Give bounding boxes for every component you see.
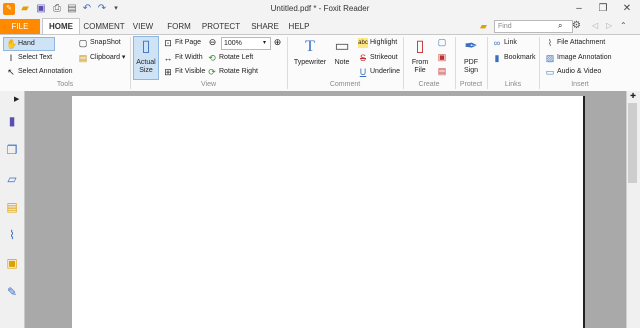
rotate-left-button[interactable]: ⟲ Rotate Left [205, 52, 253, 64]
note-button[interactable]: ▭ Note [331, 37, 353, 77]
actual-size-icon: ▯ [141, 38, 151, 55]
back-icon[interactable]: ◁ [592, 19, 602, 32]
restore-icon[interactable]: ❐ [594, 2, 612, 16]
create-clipboard-icon[interactable]: ▤ [436, 66, 448, 77]
collapse-ribbon-icon[interactable]: ⌃ [620, 19, 632, 32]
snapshot-button[interactable]: ▢ SnapShot [76, 37, 121, 49]
rotate-left-icon: ⟲ [208, 53, 216, 63]
pdf-page[interactable] [72, 96, 585, 328]
forward-icon[interactable]: ▷ [606, 19, 616, 32]
scroll-up-icon[interactable]: ✚ [628, 92, 638, 101]
expand-panel-icon[interactable]: ▶ [14, 95, 22, 105]
pointer-icon: ↖ [7, 67, 15, 77]
group-label-comment: Comment [329, 81, 361, 88]
group-label-protect: Protect [459, 81, 483, 88]
search-icon[interactable]: ⌕ [558, 20, 568, 31]
hand-tool-button[interactable]: ✋ Hand [3, 37, 55, 51]
group-label-tools: Tools [56, 81, 74, 88]
attachment-icon: ⌇ [547, 38, 553, 48]
window-title: Untitled.pdf * - Foxit Reader [270, 4, 370, 13]
fit-width-icon: ↔ [163, 53, 173, 63]
group-label-links: Links [504, 81, 522, 88]
bookmark-icon: ▮ [494, 53, 500, 63]
create-scan-icon[interactable]: ▣ [436, 52, 448, 63]
signatures-icon[interactable]: ✎ [5, 285, 19, 299]
actual-size-button[interactable]: ▯ Actual Size [133, 36, 159, 80]
security-icon[interactable]: ▣ [5, 256, 19, 270]
typewriter-icon: T [305, 38, 315, 55]
tab-comment[interactable]: COMMENT [82, 19, 126, 34]
camera-icon: ▢ [78, 38, 88, 48]
tab-help[interactable]: HELP [286, 19, 312, 34]
layers-icon[interactable]: ▱ [5, 172, 19, 186]
create-blank-icon[interactable]: ▢ [436, 37, 448, 48]
rotate-right-button[interactable]: ⟳ Rotate Right [205, 66, 258, 78]
from-file-button[interactable]: ▯ From File [407, 37, 433, 77]
text-cursor-icon: I [9, 53, 13, 63]
comments-icon[interactable]: ▤ [5, 200, 19, 214]
minimize-icon[interactable]: – [570, 2, 588, 16]
clipboard-button[interactable]: ▤ Clipboard ▾ [76, 52, 126, 64]
scrollbar-thumb[interactable] [628, 103, 637, 183]
group-label-insert: Insert [571, 81, 589, 88]
fit-visible-button[interactable]: ⊞ Fit Visible [161, 66, 205, 78]
rotate-right-icon: ⟳ [208, 67, 216, 77]
highlight-icon: abc [358, 38, 368, 48]
tab-protect[interactable]: PROTECT [199, 19, 243, 34]
typewriter-button[interactable]: T Typewriter [292, 37, 328, 77]
settings-icon[interactable]: ⚙ [572, 19, 588, 32]
tab-file[interactable]: FILE [0, 19, 40, 34]
file-attachment-button[interactable]: ⌇ File Attachment [543, 37, 605, 49]
tab-form[interactable]: FORM [164, 19, 194, 34]
attachments-icon[interactable]: ⌇ [5, 228, 19, 242]
note-icon: ▭ [334, 38, 350, 55]
link-button[interactable]: ∞ Link [490, 37, 517, 49]
fit-visible-icon: ⊞ [164, 67, 172, 77]
media-icon: ▭ [545, 67, 555, 77]
group-label-view: View [200, 81, 217, 88]
tab-home[interactable]: HOME [42, 18, 80, 34]
file-icon: ▯ [415, 38, 425, 55]
zoom-in-icon[interactable]: ⊕ [272, 37, 283, 48]
strikeout-button[interactable]: S Strikeout [356, 52, 398, 64]
group-label-create: Create [418, 81, 440, 88]
clipboard-icon: ▤ [78, 53, 88, 63]
folder-search-icon[interactable]: ▰ [480, 21, 492, 32]
underline-button[interactable]: U Underline [356, 66, 400, 78]
pages-icon[interactable]: ▮ [5, 114, 19, 128]
zoom-out-icon[interactable]: ⊖ [207, 37, 218, 48]
tab-view[interactable]: VIEW [130, 19, 156, 34]
close-icon[interactable]: ✕ [618, 2, 636, 16]
page-thumbnails-icon[interactable]: ❐ [5, 143, 19, 157]
image-icon: ▨ [545, 53, 555, 63]
hand-icon: ✋ [6, 39, 18, 49]
fit-width-button[interactable]: ↔ Fit Width [161, 52, 203, 64]
tab-share[interactable]: SHARE [248, 19, 282, 34]
highlight-button[interactable]: abc Highlight [356, 37, 397, 49]
chevron-down-icon[interactable]: ▾ [263, 38, 269, 48]
select-annotation-button[interactable]: ↖ Select Annotation [4, 66, 72, 78]
image-annotation-button[interactable]: ▨ Image Annotation [543, 52, 612, 64]
fit-page-button[interactable]: ⊡ Fit Page [161, 37, 201, 49]
bookmark-button[interactable]: ▮ Bookmark [490, 52, 536, 64]
link-icon: ∞ [493, 38, 501, 48]
fit-page-icon: ⊡ [164, 38, 172, 48]
strikeout-icon: S [359, 53, 366, 63]
select-text-button[interactable]: I Select Text [4, 52, 52, 64]
audio-video-button[interactable]: ▭ Audio & Video [543, 66, 602, 78]
pen-icon: ✒ [464, 38, 478, 55]
pdf-sign-button[interactable]: ✒ PDF Sign [458, 37, 484, 79]
underline-icon: U [359, 67, 367, 77]
